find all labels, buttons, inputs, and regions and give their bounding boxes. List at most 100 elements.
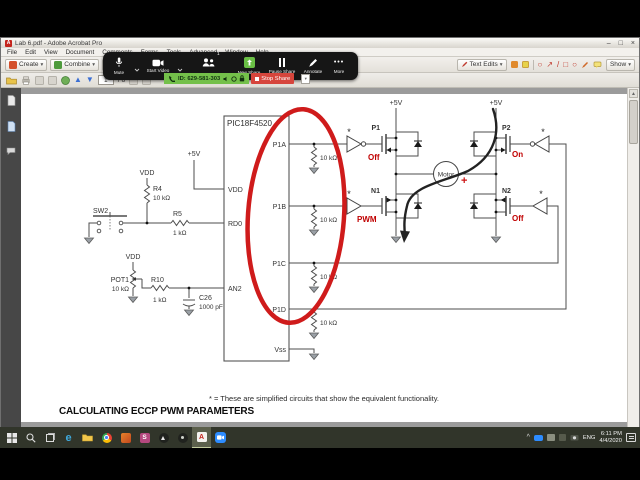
line-tool-icon[interactable]: / (557, 60, 559, 69)
screen: A Lab 6.pdf - Adobe Acrobat Pro – □ × Fi… (0, 0, 640, 480)
tray-expand-chevron[interactable]: ^ (527, 434, 530, 441)
clock-date: 4/4/2020 (599, 437, 622, 444)
taskbar-matlab[interactable] (116, 427, 135, 448)
vertical-scrollbar[interactable]: ▲ (627, 88, 639, 428)
chevron-down-icon (177, 68, 182, 72)
video-camera-icon (152, 59, 164, 66)
buffer-asterisk: * (539, 189, 543, 199)
chevron-down-icon (134, 68, 139, 72)
meeting-id-label: ID: 629-581-303 (178, 75, 221, 82)
pages-panel-icon[interactable] (7, 95, 16, 106)
stop-share-button[interactable]: Stop Share (251, 73, 295, 84)
section-heading: CALCULATING ECCP PWM PARAMETERS (59, 406, 254, 417)
task-view-button[interactable] (40, 427, 59, 448)
taskbar-acrobat-active[interactable]: A (192, 427, 211, 448)
pull-resistor-value: 10 kΩ (320, 155, 337, 162)
c26-value: 1000 pF (199, 304, 223, 311)
close-button[interactable]: × (631, 40, 635, 47)
pencil-tool-icon[interactable] (581, 61, 589, 69)
buffer-asterisk: * (347, 189, 351, 199)
windows-taskbar: e S A ^ ENG 6:11 PM 4/4/2020 (0, 427, 640, 448)
callout-tool-icon[interactable] (593, 61, 602, 69)
scroll-up-button[interactable]: ▲ (629, 89, 638, 98)
mute-options-chevron[interactable] (132, 60, 141, 72)
taskbar-sway[interactable]: S (135, 427, 154, 448)
tray-explorer-icon[interactable] (546, 434, 555, 441)
pull-resistor-value: 10 kΩ (320, 217, 337, 224)
taskbar-app-dark1[interactable] (154, 427, 173, 448)
next-view-icon[interactable]: ▼ (86, 76, 94, 84)
pin-rd0: RD0 (228, 221, 242, 228)
menu-file[interactable]: File (7, 49, 17, 56)
show-button[interactable]: Show ▾ (605, 58, 635, 71)
menu-view[interactable]: View (44, 49, 58, 56)
matlab-icon (120, 432, 131, 443)
acrobat-window: A Lab 6.pdf - Adobe Acrobat Pro – □ × Fi… (0, 37, 640, 428)
search-button[interactable] (21, 427, 40, 448)
globe-icon[interactable] (61, 75, 70, 85)
pin-vdd: VDD (228, 187, 243, 194)
restore-button[interactable]: □ (619, 40, 623, 47)
text-edit-pencil-icon (461, 61, 467, 67)
rectangle-tool-icon[interactable]: □ (563, 60, 568, 69)
mute-button[interactable]: Mute (106, 52, 132, 80)
taskbar-zoom[interactable] (211, 427, 230, 448)
menu-edit[interactable]: Edit (25, 49, 36, 56)
letterbox-bottom (0, 448, 640, 480)
bookmarks-panel-icon[interactable] (7, 121, 16, 132)
stamp-tool-icon[interactable] (510, 61, 518, 68)
letterbox-top (0, 0, 640, 37)
language-indicator[interactable]: ENG (583, 435, 596, 441)
vdd-net-label: VDD (140, 170, 155, 177)
minimize-button[interactable]: – (607, 40, 611, 47)
create-button[interactable]: Create ▾ (5, 58, 48, 71)
more-button[interactable]: ••• More (328, 52, 350, 80)
taskbar-chrome[interactable] (97, 427, 116, 448)
p2-state: On (512, 150, 523, 159)
chevron-down-icon: ▾ (304, 75, 307, 81)
pin-p1d: P1D (272, 307, 286, 314)
c26-name: C26 (199, 295, 212, 302)
pause-icon (278, 58, 286, 68)
r10-value: 1 kΩ (153, 297, 167, 304)
pin-p1b: P1B (273, 204, 287, 211)
share-screen-icon (243, 57, 255, 69)
arrow-tool-icon[interactable]: ↗ (546, 60, 553, 69)
tray-zoom-icon[interactable] (533, 434, 543, 441)
r5-name: R5 (173, 211, 182, 218)
open-folder-icon[interactable] (6, 76, 17, 85)
navigation-pane (1, 88, 21, 428)
pot1-name: POT1 (111, 277, 129, 284)
taskbar-file-explorer[interactable] (78, 427, 97, 448)
r10-name: R10 (151, 277, 164, 284)
title-bar: A Lab 6.pdf - Adobe Acrobat Pro – □ × (1, 38, 639, 48)
oval-tool-icon[interactable]: ○ (538, 60, 543, 69)
taskbar-app-dark2[interactable] (173, 427, 192, 448)
previous-view-icon[interactable]: ▲ (74, 76, 82, 84)
page-view: +5V +5V +5V VDD VDD R4 10 kΩ R5 1 kΩ SW2… (21, 88, 627, 428)
email-icon[interactable] (48, 75, 57, 85)
microcontroller-outline (223, 115, 290, 362)
tray-camera-icon[interactable] (570, 434, 579, 441)
share-options-dropdown[interactable]: ▾ (301, 73, 311, 84)
schematic-components (84, 115, 550, 362)
combine-button[interactable]: Combine ▾ (50, 58, 100, 71)
comments-panel-icon[interactable] (6, 147, 16, 155)
circle-tool-icon[interactable]: ○ (572, 60, 577, 69)
taskbar-clock[interactable]: 6:11 PM 4/4/2020 (599, 431, 622, 444)
action-center-icon[interactable] (626, 433, 636, 442)
taskbar-edge[interactable]: e (59, 427, 78, 448)
text-edits-button[interactable]: Text Edits ▾ (456, 58, 507, 71)
scrollbar-thumb[interactable] (629, 100, 638, 144)
video-options-chevron[interactable] (175, 60, 184, 72)
r4-name: R4 (153, 186, 162, 193)
menu-document[interactable]: Document (66, 49, 95, 56)
save-icon[interactable] (35, 75, 44, 85)
highlight-tool-icon[interactable] (521, 61, 529, 68)
supply-label: +5V (390, 100, 403, 107)
start-button[interactable] (2, 427, 21, 448)
windows-logo-icon (6, 432, 17, 443)
pull-resistor-value: 10 kΩ (320, 320, 337, 327)
tray-status-icon[interactable] (558, 434, 566, 441)
print-icon[interactable] (21, 76, 31, 85)
